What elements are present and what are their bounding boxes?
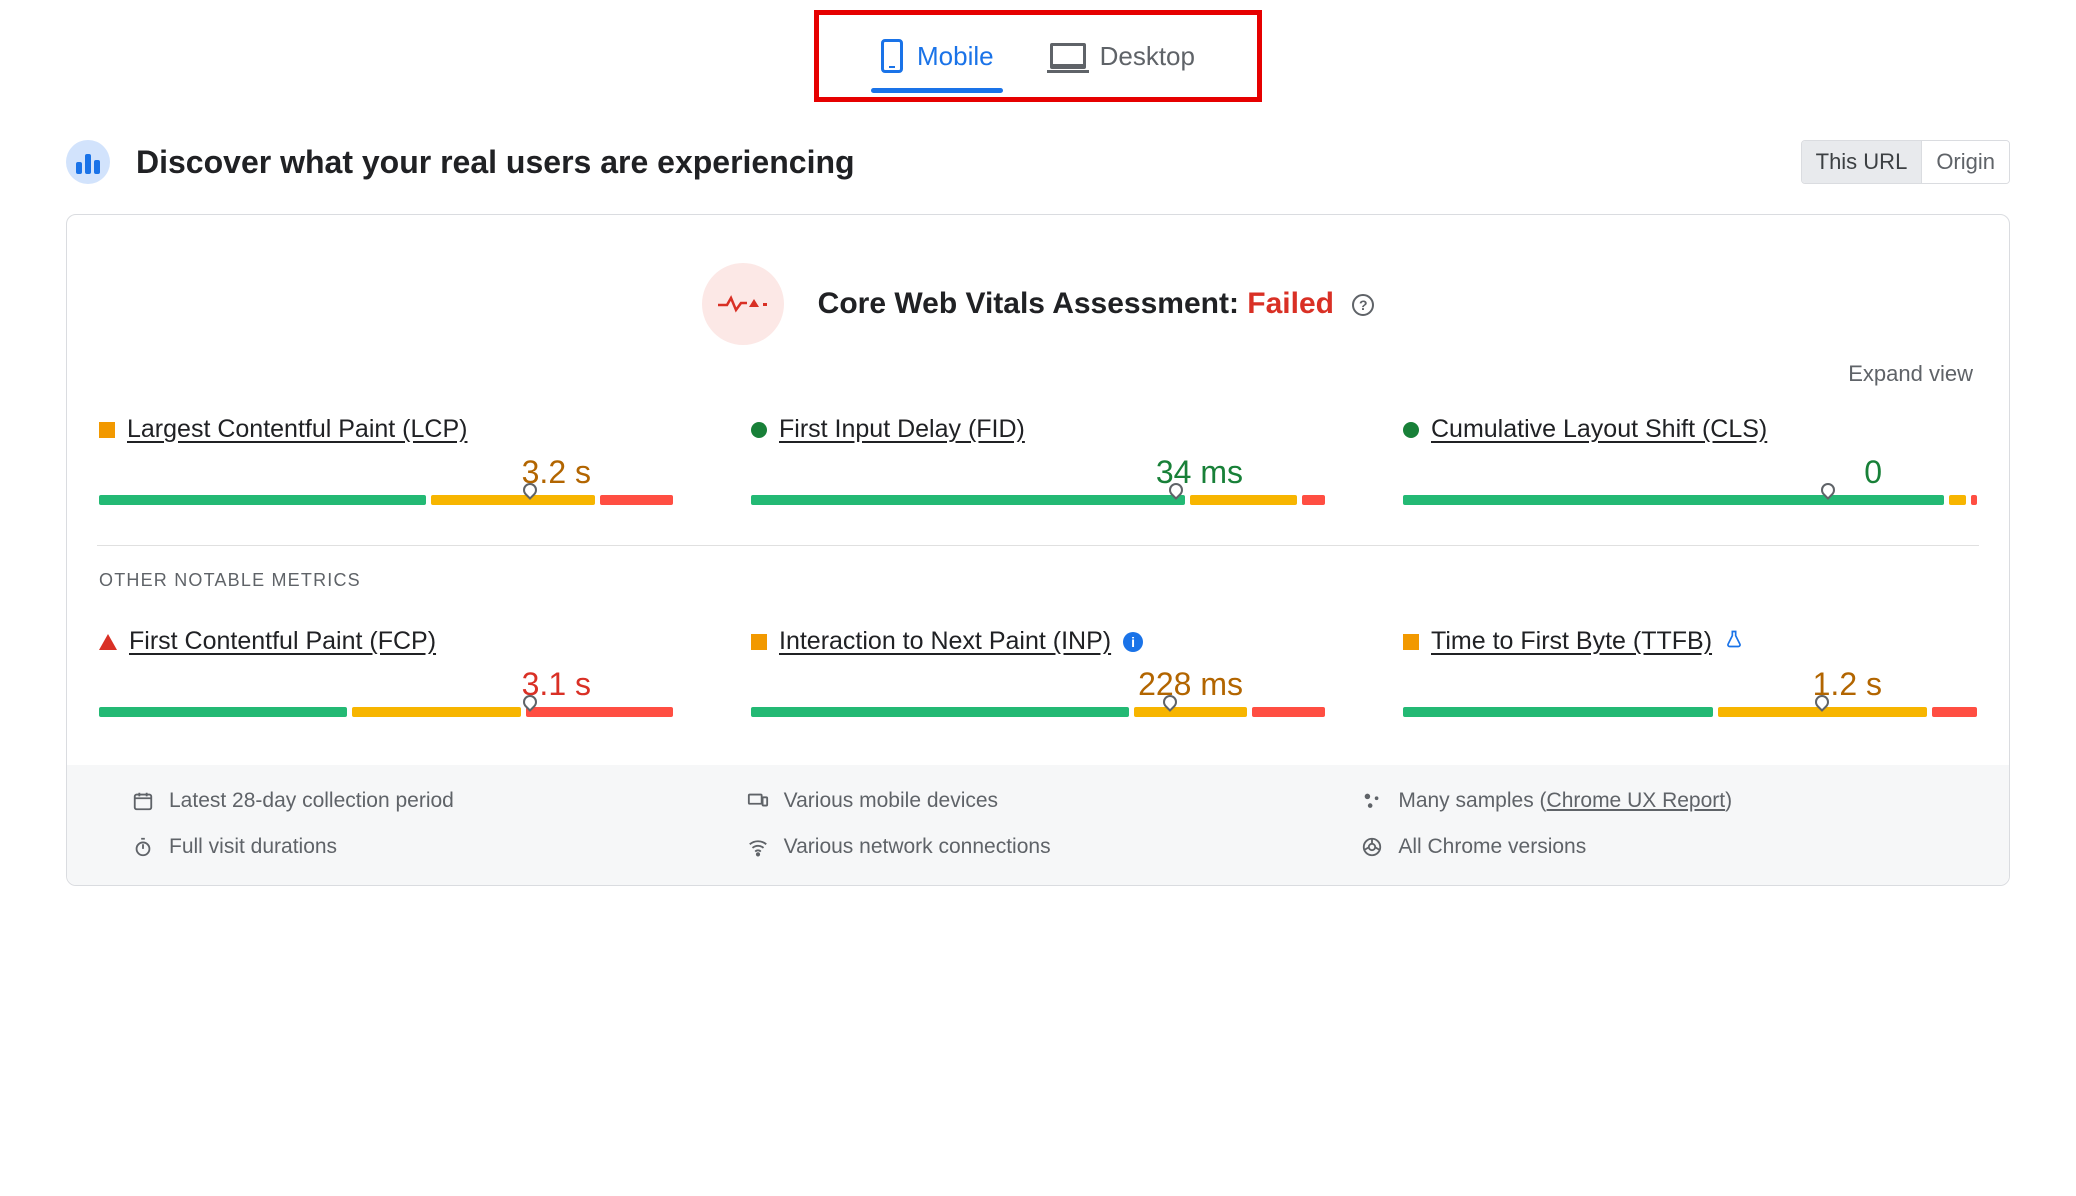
- status-triangle-red-icon: [99, 634, 117, 650]
- info-collection-period: Latest 28-day collection period: [131, 789, 716, 813]
- status-square-orange-icon: [99, 422, 115, 438]
- metric-ttfb-bar: [1403, 707, 1977, 717]
- metric-fcp-bar: [99, 707, 673, 717]
- metric-ttfb: Time to First Byte (TTFB) 1.2 s: [1403, 627, 1977, 717]
- header-row: Discover what your real users are experi…: [0, 102, 2076, 202]
- experimental-flask-icon[interactable]: [1724, 627, 1744, 656]
- core-metrics-grid: Largest Contentful Paint (LCP) 3.2 s Fir…: [97, 415, 1979, 505]
- tab-mobile[interactable]: Mobile: [881, 39, 994, 73]
- samples-icon: [1360, 789, 1384, 813]
- tab-desktop-label: Desktop: [1100, 41, 1195, 72]
- metric-lcp-bar: [99, 495, 673, 505]
- status-circle-green-icon: [751, 422, 767, 438]
- assessment-status: Failed: [1247, 287, 1334, 320]
- vitals-card: Core Web Vitals Assessment: Failed ? Exp…: [66, 214, 2010, 886]
- users-chart-icon: [66, 140, 110, 184]
- scope-this-url-button[interactable]: This URL: [1802, 141, 1922, 183]
- status-circle-green-icon: [1403, 422, 1419, 438]
- wifi-icon: [746, 835, 770, 859]
- assessment-row: Core Web Vitals Assessment: Failed ?: [97, 243, 1979, 351]
- calendar-icon: [131, 789, 155, 813]
- info-devices: Various mobile devices: [746, 789, 1331, 813]
- other-metrics-label: OTHER NOTABLE METRICS: [99, 570, 1979, 591]
- chrome-icon: [1360, 835, 1384, 859]
- other-metrics-grid: First Contentful Paint (FCP) 3.1 s Inter…: [97, 627, 1979, 717]
- metrics-divider: [97, 545, 1979, 546]
- scope-toggle: This URL Origin: [1801, 140, 2010, 184]
- status-square-orange-icon: [1403, 634, 1419, 650]
- info-samples: Many samples (Chrome UX Report): [1360, 789, 1945, 813]
- metric-lcp: Largest Contentful Paint (LCP) 3.2 s: [99, 415, 673, 505]
- metric-cls-value: 0: [1403, 454, 1977, 491]
- page-title: Discover what your real users are experi…: [136, 144, 1801, 181]
- chrome-ux-report-link[interactable]: Chrome UX Report: [1547, 789, 1726, 812]
- scope-origin-button[interactable]: Origin: [1921, 141, 2009, 183]
- devices-icon: [746, 789, 770, 813]
- metric-fid-bar: [751, 495, 1325, 505]
- status-square-orange-icon: [751, 634, 767, 650]
- tab-desktop[interactable]: Desktop: [1050, 41, 1195, 72]
- metric-lcp-name[interactable]: Largest Contentful Paint (LCP): [127, 415, 467, 444]
- info-versions: All Chrome versions: [1360, 835, 1945, 859]
- mobile-icon: [881, 39, 903, 73]
- expand-view-link[interactable]: Expand view: [97, 351, 1979, 415]
- metric-ttfb-name[interactable]: Time to First Byte (TTFB): [1431, 627, 1712, 656]
- metric-fid: First Input Delay (FID) 34 ms: [751, 415, 1325, 505]
- tab-active-underline: [871, 88, 1003, 93]
- info-panel: Latest 28-day collection period Various …: [67, 765, 2009, 885]
- help-icon[interactable]: ?: [1352, 294, 1374, 316]
- metric-cls-name[interactable]: Cumulative Layout Shift (CLS): [1431, 415, 1767, 444]
- device-tabs-highlight-box: Mobile Desktop: [814, 10, 1262, 102]
- metric-fcp-name[interactable]: First Contentful Paint (FCP): [129, 627, 436, 656]
- device-tabs-container: Mobile Desktop: [0, 0, 2076, 102]
- stopwatch-icon: [131, 835, 155, 859]
- info-icon[interactable]: i: [1123, 632, 1143, 652]
- info-network: Various network connections: [746, 835, 1331, 859]
- metric-ttfb-value: 1.2 s: [1403, 666, 1977, 703]
- assessment-text: Core Web Vitals Assessment: Failed ?: [818, 287, 1375, 321]
- info-durations: Full visit durations: [131, 835, 716, 859]
- assessment-badge-icon: [702, 263, 784, 345]
- metric-inp-value: 228 ms: [751, 666, 1325, 703]
- metric-lcp-value: 3.2 s: [99, 454, 673, 491]
- tab-mobile-label: Mobile: [917, 41, 994, 72]
- metric-inp: Interaction to Next Paint (INP) i 228 ms: [751, 627, 1325, 717]
- metric-fid-value: 34 ms: [751, 454, 1325, 491]
- metric-inp-bar: [751, 707, 1325, 717]
- metric-cls-bar: [1403, 495, 1977, 505]
- metric-fcp-value: 3.1 s: [99, 666, 673, 703]
- desktop-icon: [1050, 43, 1086, 69]
- assessment-label: Core Web Vitals Assessment:: [818, 287, 1248, 320]
- metric-inp-name[interactable]: Interaction to Next Paint (INP): [779, 627, 1111, 656]
- metric-cls: Cumulative Layout Shift (CLS) 0: [1403, 415, 1977, 505]
- metric-fid-name[interactable]: First Input Delay (FID): [779, 415, 1025, 444]
- metric-fcp: First Contentful Paint (FCP) 3.1 s: [99, 627, 673, 717]
